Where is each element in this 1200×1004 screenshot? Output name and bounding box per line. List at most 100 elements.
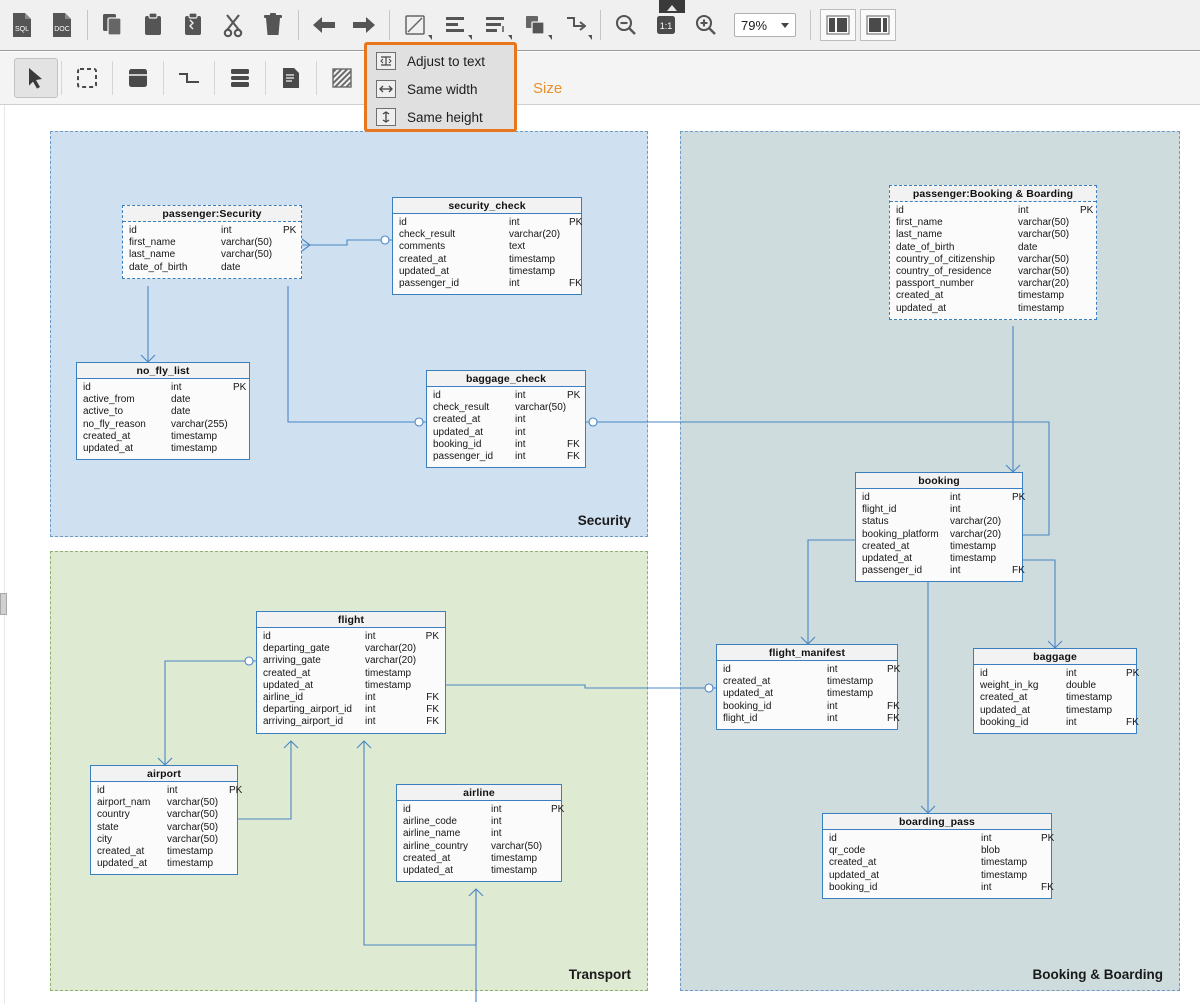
entity-column-row[interactable]: state varchar(50): [91, 822, 237, 834]
view-tool[interactable]: [218, 58, 262, 98]
cut-icon[interactable]: [213, 3, 253, 47]
export-doc-icon[interactable]: DOC: [42, 3, 82, 47]
paste-icon[interactable]: [133, 3, 173, 47]
entity-column-row[interactable]: passport_number varchar(20): [890, 278, 1096, 290]
entity-column-row[interactable]: booking_id int FK: [717, 701, 900, 713]
menu-item-same-width[interactable]: Same width: [367, 75, 514, 103]
align-left-icon[interactable]: [435, 3, 475, 47]
zoom-out-icon[interactable]: [606, 3, 646, 47]
entity-no-fly-list[interactable]: no_fly_list id int PK active_from date active_…: [76, 362, 250, 461]
undo-icon[interactable]: [304, 3, 344, 47]
entity-baggage[interactable]: baggage id int PK weight_in_kg double created_…: [973, 648, 1139, 735]
entity-column-row[interactable]: id int PK: [856, 492, 1025, 504]
entity-airline[interactable]: airline id int PK airline_code int airline_nam…: [396, 784, 564, 883]
entity-column-row[interactable]: flight_id int FK: [717, 713, 900, 725]
entity-boarding-pass[interactable]: boarding_pass id int PK qr_code blob created_a…: [822, 813, 1054, 900]
entity-column-row[interactable]: active_to date: [77, 406, 249, 418]
entity-column-row[interactable]: updated_at timestamp: [77, 443, 249, 455]
entity-column-row[interactable]: id int PK: [397, 804, 564, 816]
entity-column-row[interactable]: airline_code int: [397, 816, 561, 828]
entity-passenger-booking-boarding[interactable]: passenger:Booking & Boarding id int PK first…: [889, 185, 1097, 320]
export-sql-icon[interactable]: SQL: [2, 3, 42, 47]
note-tool[interactable]: [269, 58, 313, 98]
entity-baggage-check[interactable]: baggage_check id int PK check_result varchar(…: [426, 370, 586, 469]
entity-column-row[interactable]: departing_gate varchar(20): [257, 643, 445, 655]
entity-column-row[interactable]: city varchar(50): [91, 834, 237, 846]
group-security[interactable]: Security: [50, 131, 648, 537]
entity-column-row[interactable]: booking_id int FK: [974, 717, 1139, 729]
redo-icon[interactable]: [344, 3, 384, 47]
entity-flight-manifest[interactable]: flight_manifest id int PK created_at timestam…: [716, 644, 900, 731]
entity-booking[interactable]: booking id int PK flight_id int status varchar(…: [855, 472, 1025, 583]
entity-column-row[interactable]: airport_nam varchar(50): [91, 797, 237, 809]
marquee-tool[interactable]: [65, 58, 109, 98]
paste-special-icon[interactable]: [173, 3, 213, 47]
zoom-in-icon[interactable]: [686, 3, 726, 47]
region-tool[interactable]: [320, 58, 364, 98]
entity-column-row[interactable]: passenger_id int FK: [393, 278, 582, 290]
panel-resize-handle[interactable]: [0, 593, 7, 615]
entity-column-row[interactable]: qr_code blob: [823, 845, 1051, 857]
entity-column-row[interactable]: id int PK: [393, 217, 582, 229]
entity-security-check[interactable]: security_check id int PK check_result varchar…: [392, 197, 582, 296]
relation-tool[interactable]: [167, 58, 211, 98]
entity-column-row[interactable]: id int PK: [427, 390, 585, 402]
entity-column-row[interactable]: created_at timestamp: [257, 668, 445, 680]
entity-column-row[interactable]: booking_id int FK: [823, 882, 1054, 894]
entity-column-row[interactable]: created_at timestamp: [974, 692, 1136, 704]
entity-column-row[interactable]: status varchar(20): [856, 516, 1022, 528]
entity-passenger-security[interactable]: passenger:Security id int PK first_name varch…: [122, 205, 302, 279]
entity-column-row[interactable]: created_at timestamp: [397, 853, 561, 865]
entity-column-row[interactable]: updated_at timestamp: [91, 858, 237, 870]
entity-column-row[interactable]: check_result varchar(20): [393, 229, 581, 241]
entity-column-row[interactable]: updated_at timestamp: [393, 266, 581, 278]
entity-column-row[interactable]: airline_country varchar(50): [397, 841, 561, 853]
entity-column-row[interactable]: created_at timestamp: [717, 676, 897, 688]
entity-column-row[interactable]: created_at timestamp: [393, 254, 581, 266]
diagram-canvas[interactable]: Security Transport Booking & Boarding pa…: [0, 105, 1200, 1004]
entity-column-row[interactable]: created_at timestamp: [77, 431, 249, 443]
window-tab-marker[interactable]: [659, 0, 685, 13]
entity-column-row[interactable]: booking_id int FK: [427, 439, 585, 451]
entity-column-row[interactable]: country_of_citizenship varchar(50): [890, 254, 1096, 266]
entity-flight[interactable]: flight id int PK departing_gate varchar(20) ar…: [256, 611, 446, 734]
entity-column-row[interactable]: country varchar(50): [91, 809, 237, 821]
entity-column-row[interactable]: last_name varchar(50): [890, 229, 1096, 241]
entity-column-row[interactable]: first_name varchar(50): [123, 237, 301, 249]
entity-column-row[interactable]: id int PK: [974, 668, 1139, 680]
toggle-right-panel-button[interactable]: [860, 9, 896, 41]
entity-column-row[interactable]: updated_at timestamp: [717, 688, 897, 700]
entity-column-row[interactable]: date_of_birth date: [123, 262, 301, 274]
entity-tool[interactable]: [116, 58, 160, 98]
routing-icon[interactable]: [555, 3, 595, 47]
entity-column-row[interactable]: departing_airport_id int FK: [257, 704, 445, 716]
entity-column-row[interactable]: flight_id int: [856, 504, 1022, 516]
entity-column-row[interactable]: passenger_id int FK: [856, 565, 1025, 577]
entity-column-row[interactable]: date_of_birth date: [890, 242, 1096, 254]
delete-icon[interactable]: [253, 3, 293, 47]
entity-column-row[interactable]: updated_at timestamp: [856, 553, 1022, 565]
entity-column-row[interactable]: updated_at timestamp: [397, 865, 561, 877]
menu-item-adjust-to-text[interactable]: Adjust to text: [367, 47, 514, 75]
line-style-icon[interactable]: [395, 3, 435, 47]
entity-column-row[interactable]: created_at timestamp: [91, 846, 237, 858]
entity-column-row[interactable]: id int PK: [91, 785, 242, 797]
entity-column-row[interactable]: country_of_residence varchar(50): [890, 266, 1096, 278]
entity-column-row[interactable]: created_at int: [427, 414, 585, 426]
entity-column-row[interactable]: passenger_id int FK: [427, 451, 585, 463]
menu-item-same-height[interactable]: Same height: [367, 103, 514, 131]
entity-airport[interactable]: airport id int PK airport_nam varchar(50) coun…: [90, 765, 242, 876]
entity-column-row[interactable]: updated_at timestamp: [890, 303, 1096, 315]
entity-column-row[interactable]: created_at timestamp: [856, 541, 1022, 553]
entity-column-row[interactable]: updated_at timestamp: [823, 870, 1051, 882]
entity-column-row[interactable]: check_result varchar(50): [427, 402, 585, 414]
entity-column-row[interactable]: id int PK: [717, 664, 900, 676]
entity-column-row[interactable]: created_at timestamp: [890, 290, 1096, 302]
entity-column-row[interactable]: id int PK: [77, 382, 249, 394]
entity-column-row[interactable]: id int PK: [257, 631, 445, 643]
entity-column-row[interactable]: airline_name int: [397, 828, 561, 840]
order-icon[interactable]: [515, 3, 555, 47]
entity-column-row[interactable]: arriving_airport_id int FK: [257, 716, 445, 728]
entity-column-row[interactable]: updated_at timestamp: [974, 705, 1136, 717]
entity-column-row[interactable]: updated_at int: [427, 427, 585, 439]
